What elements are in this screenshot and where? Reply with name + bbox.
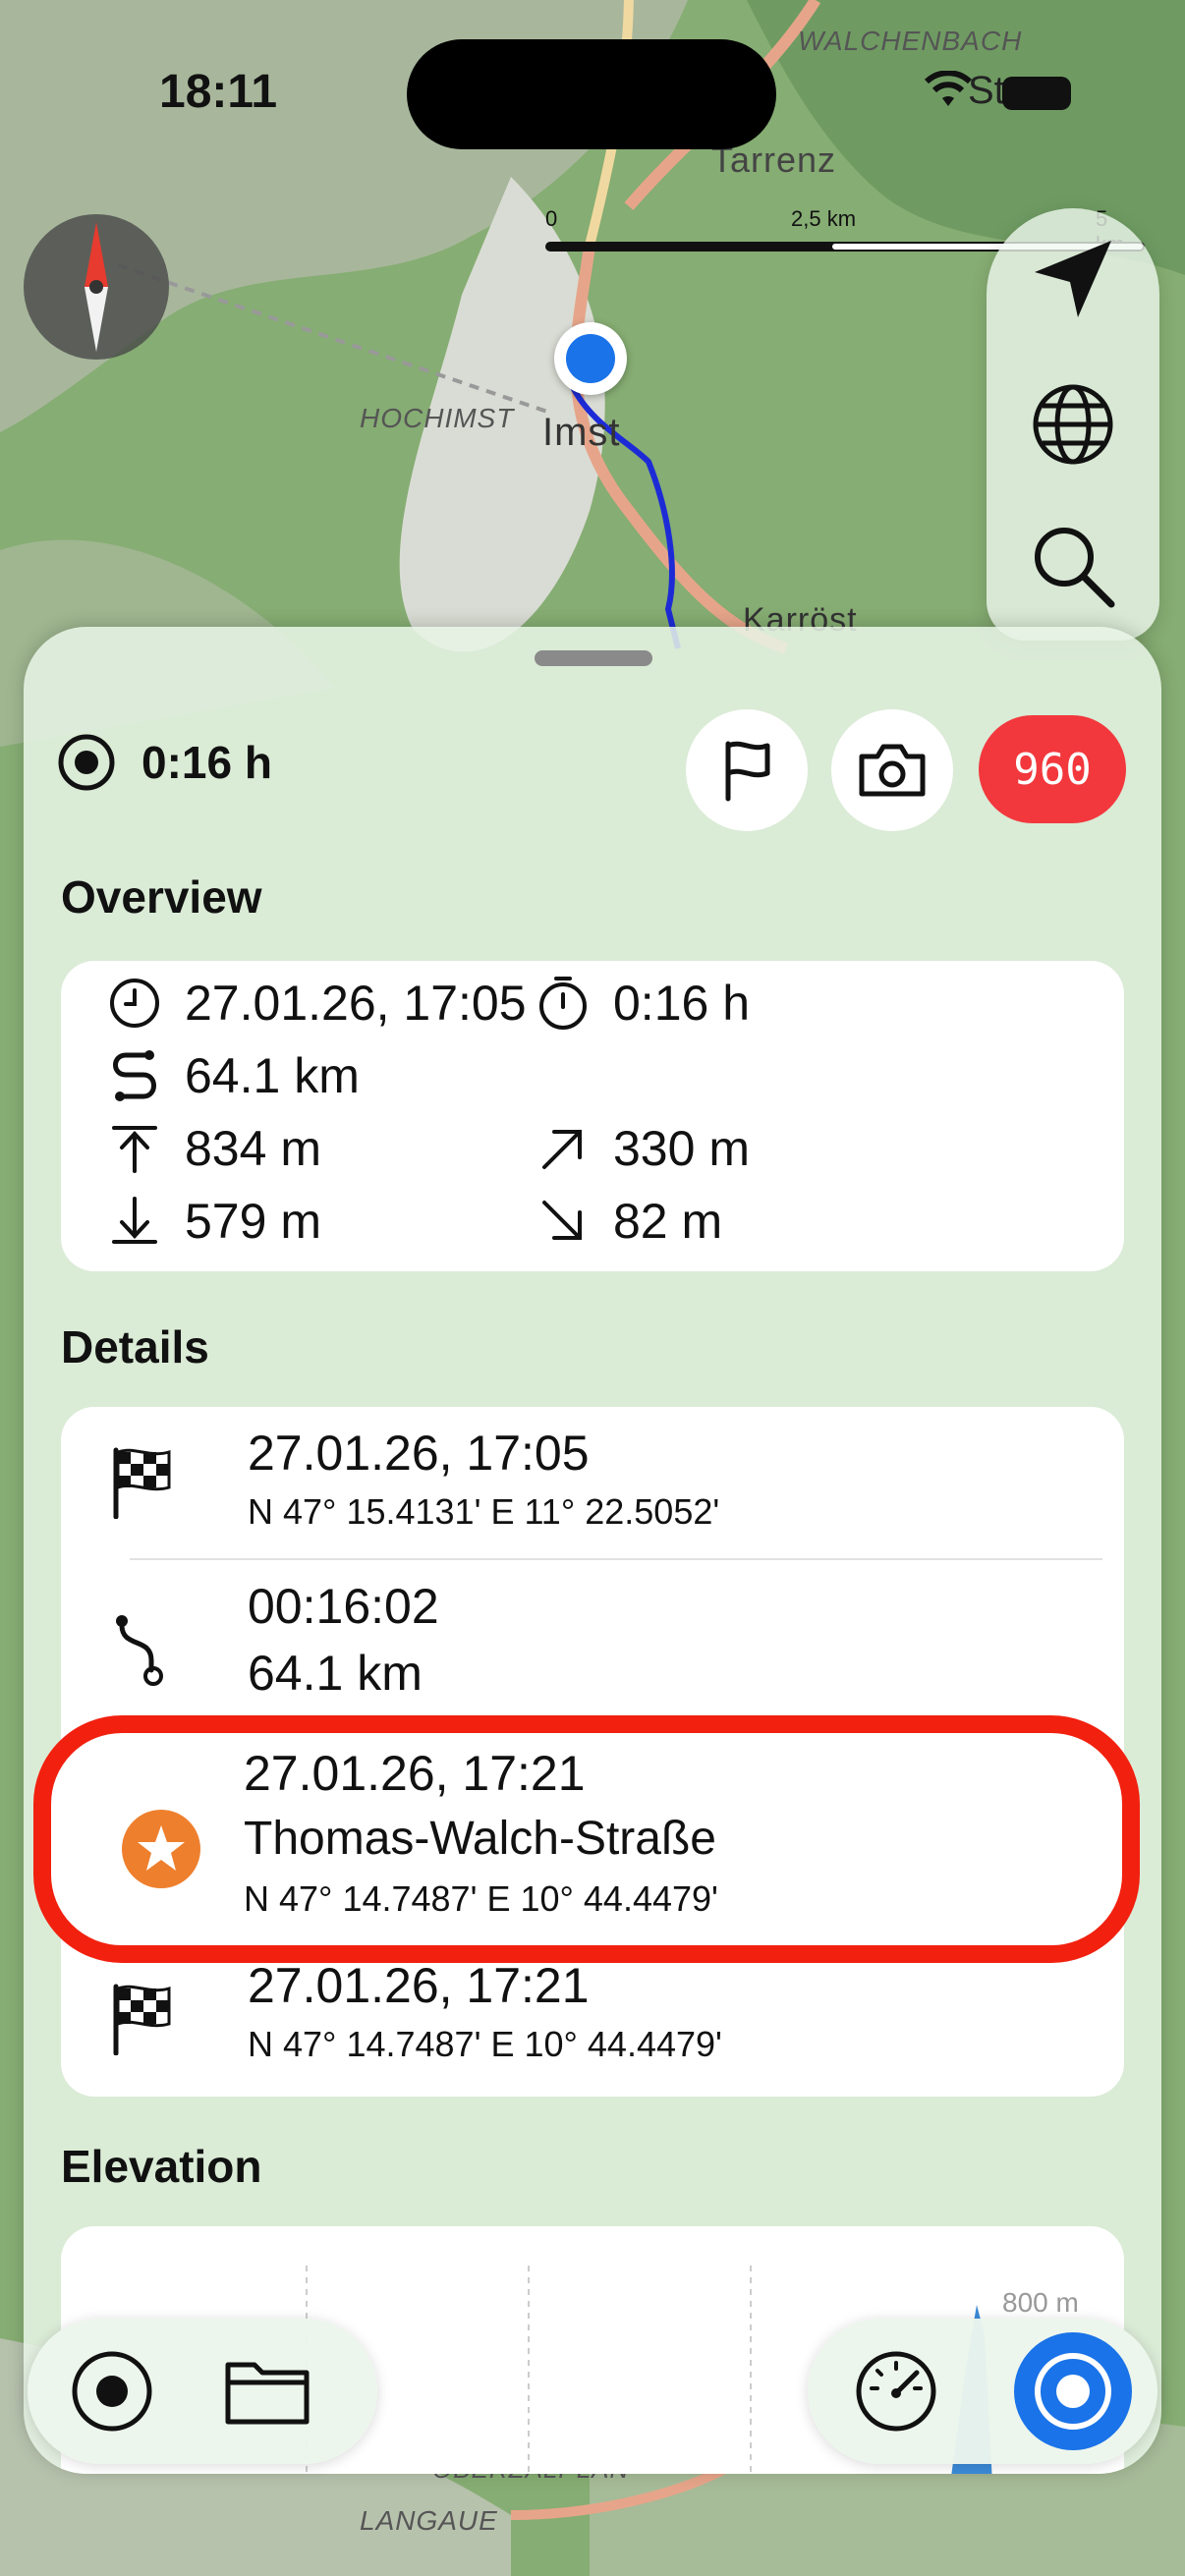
ascent-value: 330 m bbox=[613, 1121, 750, 1176]
detail-datetime: 27.01.26, 17:05 bbox=[248, 1426, 590, 1481]
checkered-flag-icon bbox=[113, 1447, 171, 1519]
bottom-toolbar-right bbox=[808, 2319, 1157, 2464]
arrow-down-right-icon bbox=[542, 1201, 582, 1240]
overview-card: 27.01.26, 17:05 0:16 h 64.1 km 834 m 330… bbox=[61, 961, 1124, 1271]
user-location-dot bbox=[554, 322, 627, 395]
max-elevation-stat: 834 m bbox=[108, 1120, 321, 1177]
ascent-stat: 330 m bbox=[536, 1120, 750, 1177]
detail-datetime: 27.01.26, 17:21 bbox=[248, 1958, 590, 2013]
folder-icon bbox=[225, 2362, 310, 2425]
camera-icon bbox=[859, 744, 926, 797]
compass-icon bbox=[85, 222, 108, 352]
recording-elapsed: 0:16 h bbox=[141, 737, 272, 788]
waypoint-name: Thomas-Walch-Straße bbox=[244, 1813, 716, 1865]
globe-icon bbox=[1033, 384, 1113, 465]
sheet-grabber[interactable] bbox=[535, 650, 652, 666]
elevation-title: Elevation bbox=[61, 2141, 262, 2192]
stopwatch-icon bbox=[539, 977, 587, 1030]
details-title: Details bbox=[61, 1321, 209, 1372]
detail-row-end[interactable]: 27.01.26, 17:21 N 47° 14.7487' E 10° 44.… bbox=[61, 1951, 1124, 2097]
scale-label-mid: 2,5 km bbox=[791, 206, 857, 231]
dashboard-button[interactable] bbox=[847, 2342, 945, 2440]
locate-button[interactable] bbox=[1024, 230, 1122, 328]
compass-button[interactable] bbox=[24, 214, 169, 360]
bottom-toolbar-left bbox=[28, 2319, 377, 2464]
map-controls-panel bbox=[987, 208, 1159, 641]
location-arrow-icon bbox=[1035, 241, 1111, 317]
route-s-icon bbox=[113, 1050, 156, 1101]
map-layers-button[interactable] bbox=[1024, 375, 1122, 474]
detail-row-route[interactable]: 00:16:02 64.1 km bbox=[61, 1560, 1124, 1727]
checkered-flag-icon bbox=[113, 1984, 171, 2055]
start-datetime: 27.01.26, 17:05 bbox=[185, 976, 527, 1031]
tracking-icon bbox=[1035, 2353, 1111, 2430]
overview-title: Overview bbox=[61, 871, 262, 923]
descent-value: 82 m bbox=[613, 1194, 723, 1249]
elevation-max-value: 834 m bbox=[185, 1121, 321, 1176]
arrow-down-bar-icon bbox=[112, 1197, 157, 1244]
map-label: HOCHIMST bbox=[360, 403, 515, 433]
elevation-min-value: 579 m bbox=[185, 1194, 321, 1249]
arrow-up-bar-icon bbox=[112, 1126, 157, 1173]
waypoint-coordinates: N 47° 14.7487' E 10° 44.4479' bbox=[244, 1878, 718, 1919]
wifi-icon bbox=[924, 71, 973, 106]
detail-coordinates: N 47° 14.7487' E 10° 44.4479' bbox=[248, 2024, 722, 2064]
record-icon bbox=[72, 2351, 152, 2432]
duration-value: 0:16 h bbox=[613, 976, 751, 1031]
duration-stat: 0:16 h bbox=[536, 975, 750, 1032]
add-waypoint-button[interactable] bbox=[686, 709, 808, 831]
detail-distance: 64.1 km bbox=[248, 1646, 423, 1701]
recording-status: 0:16 h bbox=[57, 733, 272, 792]
detail-row-waypoint[interactable]: 27.01.26, 17:21 Thomas-Walch-Straße N 47… bbox=[33, 1715, 1140, 1963]
clock-icon bbox=[110, 979, 159, 1028]
route-icon bbox=[116, 1615, 163, 1686]
search-icon bbox=[1035, 528, 1115, 608]
dynamic-island bbox=[407, 39, 776, 149]
record-icon bbox=[58, 734, 115, 791]
tracks-folder-button[interactable] bbox=[218, 2342, 316, 2440]
camera-button[interactable] bbox=[831, 709, 953, 831]
detail-coordinates: N 47° 15.4131' E 11° 22.5052' bbox=[248, 1491, 720, 1532]
speedometer-icon bbox=[856, 2351, 936, 2432]
detail-duration: 00:16:02 bbox=[248, 1579, 439, 1634]
detail-row-start[interactable]: 27.01.26, 17:05 N 47° 15.4131' E 11° 22.… bbox=[61, 1407, 1124, 1560]
waypoint-datetime: 27.01.26, 17:21 bbox=[244, 1746, 586, 1801]
elevation-tick-label: 800 m bbox=[1002, 2287, 1079, 2318]
min-elevation-stat: 579 m bbox=[108, 1193, 321, 1250]
distance-stat: 64.1 km bbox=[108, 1047, 360, 1104]
record-button[interactable] bbox=[63, 2342, 161, 2440]
track-sheet: 0:16 h 960 Overview 27.01.26, 17:05 0:16… bbox=[24, 627, 1161, 2474]
star-waypoint-icon bbox=[122, 1810, 200, 1888]
arrow-up-right-icon bbox=[542, 1130, 582, 1169]
tracking-button[interactable] bbox=[1014, 2332, 1132, 2450]
descent-stat: 82 m bbox=[536, 1193, 722, 1250]
start-time-stat: 27.01.26, 17:05 bbox=[108, 975, 527, 1032]
distance-value: 64.1 km bbox=[185, 1048, 360, 1103]
scale-label-start: 0 bbox=[545, 206, 558, 231]
photo-count-badge[interactable]: 960 bbox=[979, 715, 1126, 823]
map-label: WALCHENBACH bbox=[798, 26, 1023, 56]
battery-icon bbox=[1002, 77, 1071, 110]
status-time: 18:11 bbox=[159, 66, 278, 118]
map-label: Imst bbox=[542, 411, 621, 454]
flag-icon bbox=[725, 741, 770, 802]
search-button[interactable] bbox=[1024, 517, 1122, 615]
status-label: St bbox=[968, 69, 1005, 112]
map-label: LANGAUE bbox=[360, 2505, 498, 2536]
